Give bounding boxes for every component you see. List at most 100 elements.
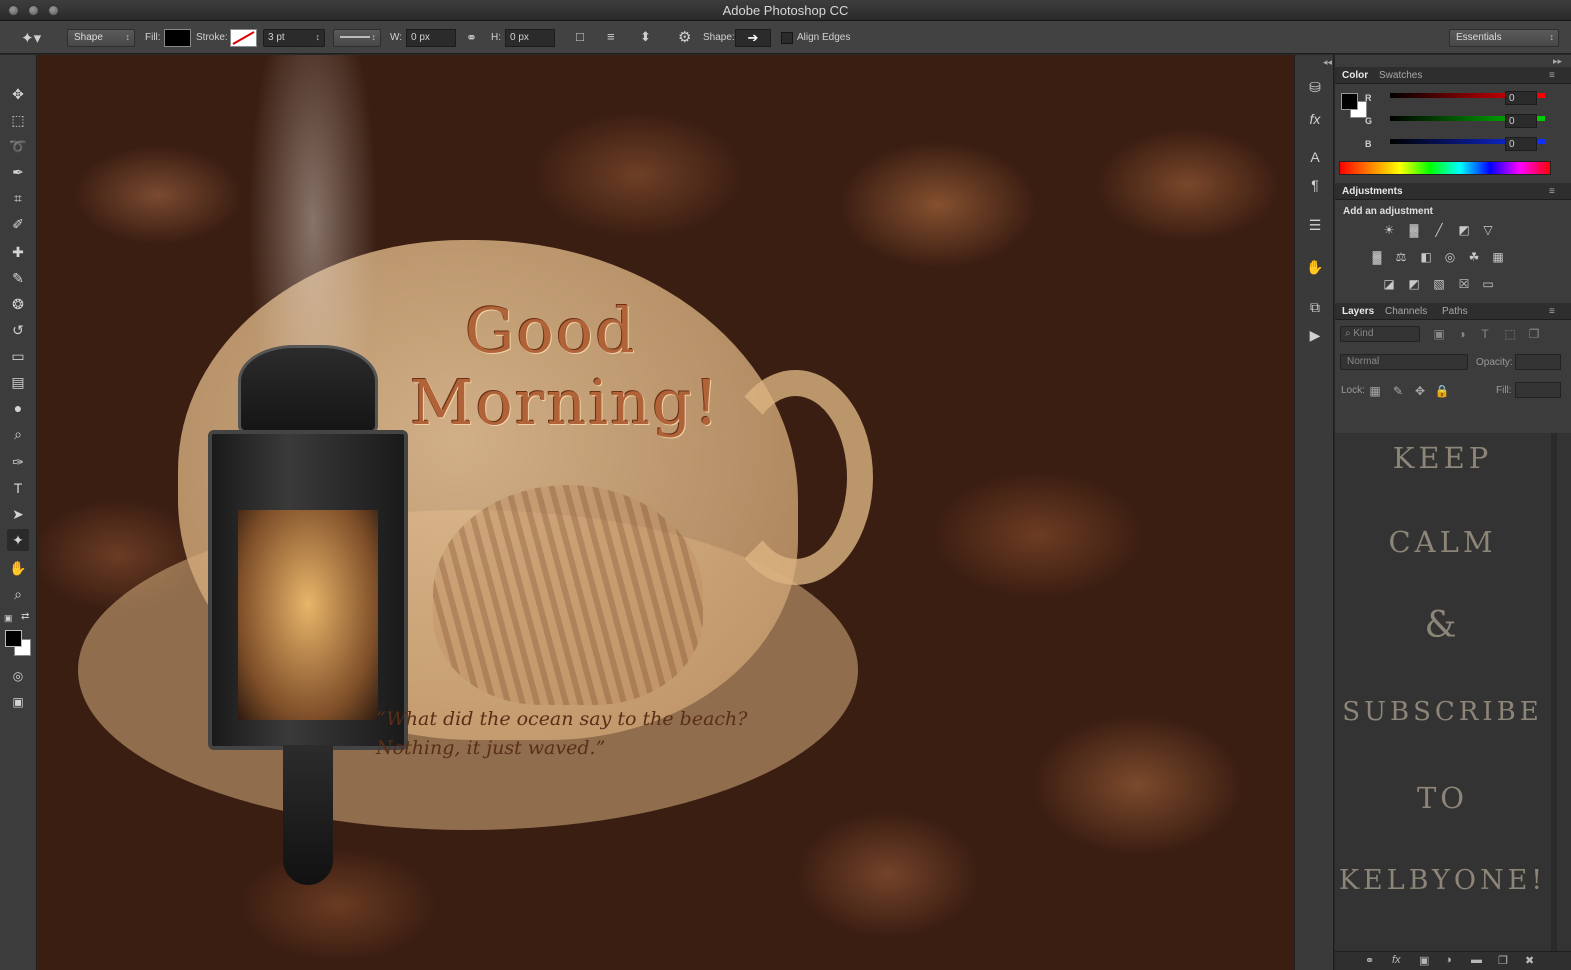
eraser-tool-icon[interactable]: ▭ <box>7 345 29 367</box>
selective-color-icon[interactable]: ☒ <box>1456 277 1472 291</box>
brightness-contrast-icon[interactable]: ☀ <box>1381 223 1397 237</box>
opacity-field[interactable] <box>1515 354 1561 370</box>
screen-mode-icon[interactable]: ▣ <box>7 691 29 713</box>
character-panel-icon[interactable]: A <box>1305 149 1325 169</box>
filter-type-icon[interactable]: T <box>1477 327 1493 341</box>
adjustments-menu-icon[interactable]: ≡ <box>1549 186 1555 197</box>
foreground-color-swatch-front[interactable] <box>5 630 22 647</box>
threshold-icon[interactable]: ▧ <box>1431 277 1447 291</box>
blur-tool-icon[interactable]: ● <box>7 397 29 419</box>
path-selection-tool-icon[interactable]: ➤ <box>7 503 29 525</box>
new-layer-icon[interactable]: ❐ <box>1498 954 1508 967</box>
pen-tool-icon[interactable]: ✑ <box>7 451 29 473</box>
lock-transparency-icon[interactable]: ▦ <box>1367 384 1383 398</box>
move-tool-icon[interactable]: ✥ <box>7 83 29 105</box>
height-field[interactable]: 0 px <box>505 29 555 47</box>
tab-channels[interactable]: Channels <box>1385 306 1427 317</box>
gradient-map-icon[interactable]: ▭ <box>1480 277 1496 291</box>
expand-panels-icon[interactable]: ▸▸ <box>1553 56 1562 67</box>
history-panel-icon[interactable]: ⧉ <box>1305 299 1325 319</box>
filter-shape-icon[interactable]: ⬚ <box>1502 327 1518 341</box>
g-value-field[interactable]: 0 <box>1505 114 1537 128</box>
photo-filter-icon[interactable]: ◎ <box>1442 250 1458 264</box>
custom-shape-tool-preset-icon[interactable]: ✦▾ <box>21 29 41 47</box>
fill-field[interactable] <box>1515 382 1561 398</box>
zoom-tool-icon[interactable]: ⌕ <box>7 583 29 605</box>
stroke-width-field[interactable]: 3 pt <box>263 29 325 47</box>
quick-mask-icon[interactable]: ◎ <box>7 665 29 687</box>
eyedropper-tool-icon[interactable]: ✐ <box>7 213 29 235</box>
color-balance-icon[interactable]: ⚖ <box>1393 250 1409 264</box>
type-tool-icon[interactable]: T <box>7 477 29 499</box>
tab-paths[interactable]: Paths <box>1442 306 1468 317</box>
new-adjustment-layer-icon[interactable]: ◑ <box>1445 954 1452 966</box>
hue-saturation-icon[interactable]: ▓ <box>1369 250 1385 264</box>
tool-mode-select[interactable]: Shape <box>67 29 135 47</box>
collapse-dock-icon[interactable]: ◂◂ <box>1323 57 1332 68</box>
document-canvas[interactable]: Good Morning! “What did the ocean say to… <box>38 55 1293 970</box>
layers-menu-icon[interactable]: ≡ <box>1549 306 1555 317</box>
lock-all-icon[interactable]: 🔒 <box>1434 384 1450 398</box>
tab-color[interactable]: Color <box>1342 70 1368 81</box>
filter-pixel-icon[interactable]: ▣ <box>1431 327 1447 341</box>
panel-menu-icon[interactable]: ≡ <box>1549 70 1555 81</box>
new-group-icon[interactable]: ▬ <box>1471 954 1482 966</box>
channel-mixer-icon[interactable]: ☘ <box>1466 250 1482 264</box>
layers-list-area[interactable]: KEEP CALM & SUBSCRIBE TO KELBYONE! <box>1335 433 1571 951</box>
swap-colors-icon[interactable]: ⇄ <box>21 611 29 622</box>
shape-picker[interactable]: ➔ <box>735 29 771 47</box>
healing-brush-tool-icon[interactable]: ✚ <box>7 241 29 263</box>
color-spectrum-ramp[interactable] <box>1339 161 1551 175</box>
color-lookup-icon[interactable]: ▦ <box>1490 250 1506 264</box>
gradient-tool-icon[interactable]: ▤ <box>7 371 29 393</box>
levels-icon[interactable]: ▓ <box>1406 223 1422 237</box>
quick-selection-tool-icon[interactable]: ✒ <box>7 161 29 183</box>
custom-shape-tool-icon[interactable]: ✦ <box>7 529 29 551</box>
align-edges-checkbox[interactable] <box>781 32 793 44</box>
styles-panel-icon[interactable]: fx <box>1305 111 1325 131</box>
path-arrangement-icon[interactable]: ⬍ <box>640 29 651 45</box>
stroke-type-select[interactable] <box>333 29 381 47</box>
invert-icon[interactable]: ◪ <box>1381 277 1397 291</box>
link-layers-icon[interactable]: ⚭ <box>1365 954 1374 967</box>
paragraph-panel-icon[interactable]: ¶ <box>1305 177 1325 197</box>
stroke-swatch[interactable] <box>230 29 257 47</box>
dodge-tool-icon[interactable]: ⌕ <box>7 423 29 445</box>
fill-swatch[interactable] <box>164 29 191 47</box>
clone-stamp-tool-icon[interactable]: ❂ <box>7 293 29 315</box>
tool-presets-panel-icon[interactable]: ✋ <box>1305 259 1325 279</box>
color-foreground-swatch-front[interactable] <box>1341 93 1358 110</box>
width-field[interactable]: 0 px <box>406 29 456 47</box>
workspace-select[interactable]: Essentials <box>1449 29 1559 47</box>
lock-position-icon[interactable]: ✥ <box>1412 384 1428 398</box>
black-white-icon[interactable]: ◧ <box>1418 250 1434 264</box>
history-brush-tool-icon[interactable]: ↺ <box>7 319 29 341</box>
filter-adjustment-icon[interactable]: ◑ <box>1454 327 1470 341</box>
tab-swatches[interactable]: Swatches <box>1379 70 1422 81</box>
posterize-icon[interactable]: ◩ <box>1406 277 1422 291</box>
actions-panel-icon[interactable]: ▶ <box>1305 327 1325 347</box>
b-value-field[interactable]: 0 <box>1505 137 1537 151</box>
hand-tool-icon[interactable]: ✋ <box>7 557 29 579</box>
layers-scrollbar[interactable] <box>1551 433 1557 951</box>
filter-smart-object-icon[interactable]: ❐ <box>1526 327 1542 341</box>
delete-layer-icon[interactable]: ✖ <box>1525 954 1534 967</box>
tab-layers[interactable]: Layers <box>1342 306 1374 317</box>
path-operations-icon[interactable]: □ <box>576 29 584 44</box>
lasso-tool-icon[interactable]: ➰ <box>7 135 29 157</box>
exposure-icon[interactable]: ◩ <box>1456 223 1472 237</box>
tab-adjustments[interactable]: Adjustments <box>1342 186 1403 197</box>
gear-icon[interactable]: ⚙ <box>678 28 691 46</box>
vibrance-icon[interactable]: ▽ <box>1480 223 1496 237</box>
layer-filter-kind-select[interactable]: ⌕ Kind <box>1340 326 1420 342</box>
lock-pixels-icon[interactable]: ✎ <box>1390 384 1406 398</box>
libraries-panel-icon[interactable]: ⛁ <box>1305 79 1325 99</box>
r-value-field[interactable]: 0 <box>1505 91 1537 105</box>
add-mask-icon[interactable]: ▣ <box>1419 954 1429 967</box>
marquee-tool-icon[interactable]: ⬚ <box>7 109 29 131</box>
path-alignment-icon[interactable]: ≡ <box>607 29 615 44</box>
link-icon[interactable]: ⚭ <box>466 30 477 46</box>
crop-tool-icon[interactable]: ⌗ <box>7 187 29 209</box>
default-colors-icon[interactable]: ▣ <box>4 613 13 624</box>
properties-panel-icon[interactable]: ☰ <box>1305 217 1325 237</box>
